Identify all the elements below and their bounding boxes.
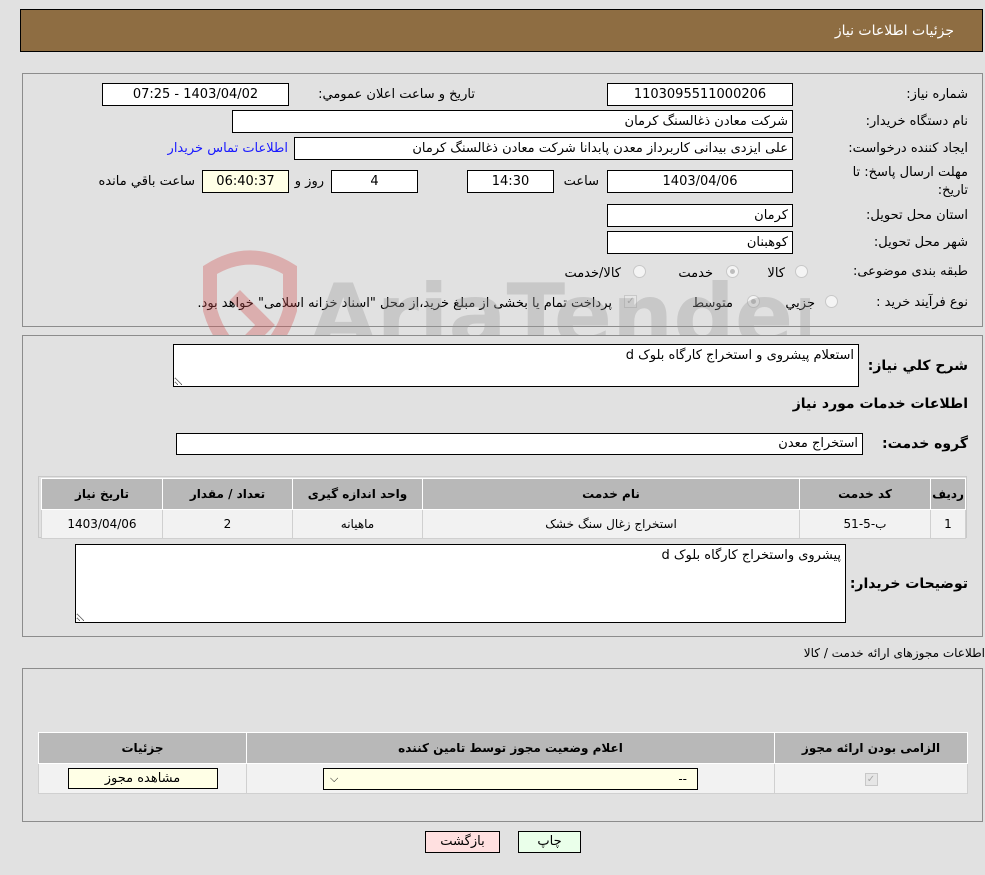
buyer-org-label: نام دستگاه خریدار: bbox=[865, 114, 968, 129]
category-radio-goods[interactable] bbox=[795, 265, 808, 278]
cell-service-name: استخراج زغال سنگ خشک bbox=[422, 509, 800, 539]
services-table-header: ردیف کد خدمت نام خدمت واحد اندازه گیری ت… bbox=[41, 478, 966, 510]
province-label: استان محل تحویل: bbox=[866, 208, 968, 223]
buyer-notes-label: توضیحات خریدار: bbox=[849, 576, 968, 592]
deadline-label-2: تاریخ: bbox=[937, 183, 968, 198]
province-field: کرمان bbox=[607, 204, 793, 227]
process-option-minor: جزيي bbox=[785, 296, 815, 311]
description-label: شرح کلي نیاز: bbox=[867, 358, 968, 374]
col-row: ردیف bbox=[930, 478, 966, 510]
category-radio-goods-service[interactable] bbox=[633, 265, 646, 278]
permit-status-select[interactable]: -- ⌵ bbox=[323, 767, 698, 790]
deadline-date-field: 1403/04/06 bbox=[607, 170, 793, 193]
need-number-field: 1103095511000206 bbox=[607, 83, 793, 106]
cell-permit-details: مشاهده مجوز bbox=[38, 763, 247, 794]
process-label: نوع فرآیند خرید : bbox=[876, 295, 968, 310]
permit-required-checkbox[interactable]: ✓ bbox=[864, 773, 878, 786]
category-option-goods-service: کالا/خدمت bbox=[564, 266, 621, 281]
process-radio-medium[interactable] bbox=[747, 295, 760, 308]
buyer-contact-link[interactable]: اطلاعات تماس خریدار bbox=[168, 141, 288, 156]
table-row: ✓ -- ⌵ مشاهده مجوز bbox=[38, 763, 968, 794]
cell-need-date: 1403/04/06 bbox=[41, 509, 163, 539]
city-field: کوهبنان bbox=[607, 231, 793, 254]
days-field: 4 bbox=[331, 170, 418, 193]
service-group-label: گروه خدمت: bbox=[882, 436, 968, 452]
remaining-time-field: 06:40:37 bbox=[202, 170, 289, 193]
table-row: 1 ب-5-51 استخراج زغال سنگ خشک ماهیانه 2 … bbox=[41, 509, 966, 539]
cell-unit: ماهیانه bbox=[292, 509, 423, 539]
service-group-field: استخراج معدن bbox=[176, 433, 863, 455]
permits-table-header: الزامی بودن ارائه مجوز اعلام وضعیت مجوز … bbox=[38, 732, 968, 764]
cell-service-code: ب-5-51 bbox=[799, 509, 931, 539]
cell-row: 1 bbox=[930, 509, 966, 539]
cell-permit-required: ✓ bbox=[774, 763, 968, 794]
print-button[interactable]: چاپ bbox=[518, 831, 581, 853]
permit-status-value: -- bbox=[678, 771, 687, 786]
buyer-org-field: شرکت معادن ذغالسنگ کرمان bbox=[232, 110, 793, 133]
city-label: شهر محل تحویل: bbox=[873, 235, 968, 250]
services-heading: اطلاعات خدمات مورد نیاز bbox=[792, 396, 968, 412]
col-need-date: تاریخ نیاز bbox=[41, 478, 163, 510]
col-permit-required: الزامی بودن ارائه مجوز bbox=[774, 732, 968, 764]
chevron-down-icon: ⌵ bbox=[330, 771, 339, 785]
view-permit-button[interactable]: مشاهده مجوز bbox=[67, 768, 218, 789]
category-label: طبقه بندی موضوعی: bbox=[852, 264, 968, 279]
page-title: جزئیات اطلاعات نیاز bbox=[834, 23, 954, 39]
creator-label: ایجاد کننده درخواست: bbox=[848, 141, 968, 156]
buyer-notes-textarea[interactable]: پیشروی واستخراج کارگاه بلوک d bbox=[75, 544, 846, 623]
days-label: روز و bbox=[294, 174, 324, 189]
treasury-note: پرداخت تمام یا بخشی از مبلغ خرید،از محل … bbox=[197, 296, 612, 311]
remaining-label: ساعت باقي مانده bbox=[98, 174, 195, 189]
creator-field: علی ایزدی بیدانی کاربرداز معدن پابدانا ش… bbox=[294, 137, 793, 160]
deadline-time-field: 14:30 bbox=[467, 170, 554, 193]
category-option-service: خدمت bbox=[678, 266, 713, 281]
category-option-goods: کالا bbox=[767, 266, 785, 281]
cell-permit-status: -- ⌵ bbox=[246, 763, 775, 794]
services-table: ردیف کد خدمت نام خدمت واحد اندازه گیری ت… bbox=[41, 478, 966, 539]
time-label: ساعت bbox=[563, 174, 599, 189]
col-permit-status: اعلام وضعیت مجوز توسط تامین کننده bbox=[246, 732, 775, 764]
announce-label: تاریخ و ساعت اعلان عمومي: bbox=[318, 87, 475, 102]
deadline-label: مهلت ارسال پاسخ: تا bbox=[852, 165, 968, 180]
process-option-medium: متوسط bbox=[692, 296, 733, 311]
col-permit-details: جزئیات bbox=[38, 732, 247, 764]
col-service-name: نام خدمت bbox=[422, 478, 800, 510]
cell-quantity: 2 bbox=[162, 509, 293, 539]
process-radio-minor[interactable] bbox=[825, 295, 838, 308]
col-unit: واحد اندازه گیری bbox=[292, 478, 423, 510]
back-button[interactable]: بازگشت bbox=[425, 831, 500, 853]
treasury-checkbox[interactable]: ✓ bbox=[624, 295, 637, 308]
permits-heading: اطلاعات مجوزهای ارائه خدمت / کالا bbox=[803, 646, 985, 660]
need-number-label: شماره نیاز: bbox=[906, 87, 968, 102]
announce-field: 1403/04/02 - 07:25 bbox=[102, 83, 289, 106]
page-header: جزئیات اطلاعات نیاز bbox=[20, 9, 983, 52]
col-service-code: کد خدمت bbox=[799, 478, 931, 510]
col-quantity: تعداد / مقدار bbox=[162, 478, 293, 510]
description-textarea[interactable]: استعلام پیشروی و استخراج کارگاه بلوک d bbox=[173, 344, 859, 387]
category-radio-service[interactable] bbox=[726, 265, 739, 278]
permits-table: الزامی بودن ارائه مجوز اعلام وضعیت مجوز … bbox=[38, 732, 968, 794]
